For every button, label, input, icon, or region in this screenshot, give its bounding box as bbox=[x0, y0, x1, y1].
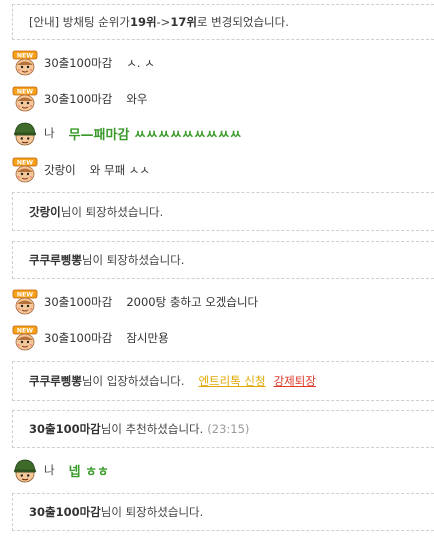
entry-talk-request-link[interactable]: 엔트리톡 신청 bbox=[198, 373, 265, 389]
my-chat-message: 나 무—패마감 ㅆㅆㅆㅆㅆㅆㅆㅆㅆ bbox=[12, 120, 242, 146]
my-chat-message: 나 넵 ㅎㅎ bbox=[12, 457, 109, 483]
message-nickname[interactable]: 30출100마감 bbox=[44, 330, 112, 346]
message-time: (23:15) bbox=[207, 422, 250, 436]
force-kick-link[interactable]: 강제퇴장 bbox=[274, 373, 316, 389]
message-text: 잠시만용 bbox=[126, 331, 169, 345]
system-message: 30출100마감 님이 퇴장하셨습니다. bbox=[12, 493, 434, 531]
system-text: 님이 추천하셨습니다. bbox=[100, 422, 204, 436]
notice-arrow: -> bbox=[156, 15, 171, 29]
message-nickname[interactable]: 30출100마감 bbox=[44, 55, 112, 71]
notice-rank-to: 17위 bbox=[170, 15, 197, 29]
system-text: 님이 퇴장하셨습니다. bbox=[81, 253, 185, 267]
message-text: 무—패마감 ㅆㅆㅆㅆㅆㅆㅆㅆㅆ bbox=[68, 127, 242, 143]
green-helmet-soldier-avatar-icon bbox=[12, 120, 38, 146]
message-text: 와우 bbox=[126, 92, 148, 106]
message-nickname: 나 bbox=[44, 463, 55, 477]
chat-feed: [안내] 방채팅 순위가 19위 -> 17위 로 변경되었습니다. 30출10… bbox=[0, 0, 434, 537]
message-nickname: 나 bbox=[44, 126, 55, 140]
message-text: 2000탕 충하고 오겠습니다 bbox=[126, 295, 259, 309]
system-message: 30출100마감 님이 추천하셨습니다. (23:15) bbox=[12, 410, 434, 448]
message-text: 와 무패 ㅅㅅ bbox=[89, 163, 150, 177]
notice-rank-from: 19위 bbox=[129, 15, 157, 29]
system-text: 님이 퇴장하셨습니다. bbox=[60, 204, 164, 219]
message-text: 넵 ㅎㅎ bbox=[68, 464, 109, 480]
system-text: 님이 퇴장하셨습니다. bbox=[100, 505, 204, 519]
message-nickname[interactable]: 30출100마감 bbox=[44, 91, 112, 107]
new-badge-avatar-icon[interactable] bbox=[12, 325, 38, 351]
notice-message: [안내] 방채팅 순위가 19위 -> 17위 로 변경되었습니다. bbox=[12, 4, 434, 40]
new-badge-avatar-icon[interactable] bbox=[12, 50, 38, 76]
system-user-name[interactable]: 30출100마감 bbox=[29, 421, 101, 437]
system-user-name[interactable]: 쿠쿠루삥뽕 bbox=[29, 373, 82, 389]
chat-message: 30출100마감 와우 bbox=[12, 86, 148, 112]
new-badge-avatar-icon[interactable] bbox=[12, 157, 38, 183]
system-user-name[interactable]: 30출100마감 bbox=[29, 504, 101, 520]
notice-prefix: [안내] 방채팅 순위가 bbox=[29, 15, 130, 29]
system-user-name[interactable]: 갓랑이 bbox=[29, 204, 61, 220]
chat-message: 30출100마감 잠시만용 bbox=[12, 325, 169, 351]
system-message: 쿠쿠루삥뽕 님이 퇴장하셨습니다. bbox=[12, 241, 434, 279]
message-nickname[interactable]: 30출100마감 bbox=[44, 294, 112, 310]
system-message: 갓랑이 님이 퇴장하셨습니다. bbox=[12, 192, 434, 231]
system-text: 님이 입장하셨습니다. bbox=[81, 374, 185, 388]
system-message: 쿠쿠루삥뽕 님이 입장하셨습니다. 엔트리톡 신청 강제퇴장 bbox=[12, 361, 434, 401]
chat-message: 30출100마감 2000탕 충하고 오겠습니다 bbox=[12, 289, 258, 315]
green-helmet-soldier-avatar-icon bbox=[12, 457, 38, 483]
chat-message: 갓랑이 와 무패 ㅅㅅ bbox=[12, 157, 150, 183]
message-nickname[interactable]: 갓랑이 bbox=[44, 162, 76, 178]
chat-message: 30출100마감 ㅅ. ㅅ bbox=[12, 50, 155, 76]
system-user-name[interactable]: 쿠쿠루삥뽕 bbox=[29, 252, 82, 268]
message-text: ㅅ. ㅅ bbox=[126, 56, 155, 70]
new-badge-avatar-icon[interactable] bbox=[12, 289, 38, 315]
notice-suffix: 로 변경되었습니다. bbox=[196, 15, 289, 29]
new-badge-avatar-icon[interactable] bbox=[12, 86, 38, 112]
